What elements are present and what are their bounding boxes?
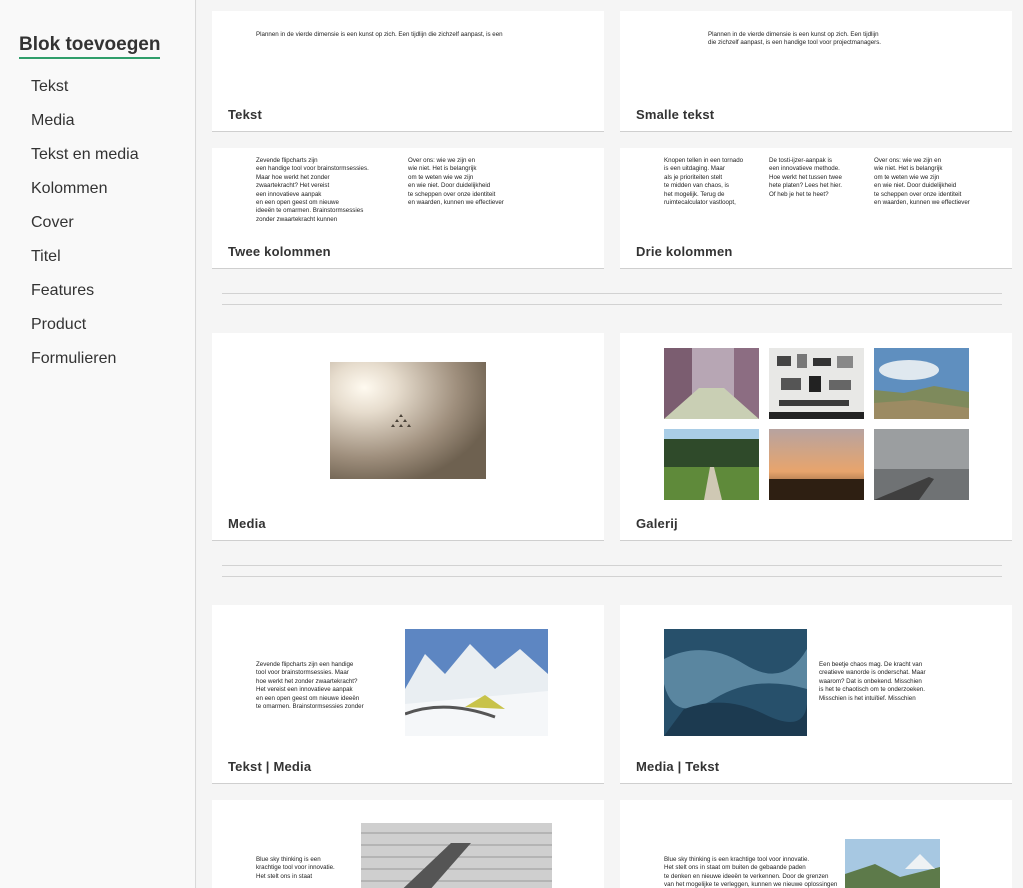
preview-column-1: Zevende flipcharts zijn een handige tool… xyxy=(256,157,369,223)
section-divider xyxy=(222,304,1002,305)
sidebar-item-features[interactable]: Features xyxy=(31,278,139,312)
block-label: Tekst xyxy=(228,107,262,122)
block-label: Galerij xyxy=(636,516,678,531)
block-card-tekst-media-2[interactable]: Blue sky thinking is een krachtige tool … xyxy=(212,800,604,888)
section-divider xyxy=(222,293,1002,294)
preview-text: Plannen in de vierde dimensie is een kun… xyxy=(708,31,882,47)
gallery-image-flatlay xyxy=(769,348,864,419)
block-label: Media | Tekst xyxy=(636,759,720,774)
preview-column-1: Knopen tellen in een tornado is een uitd… xyxy=(664,157,744,207)
block-card-galerij[interactable]: Galerij xyxy=(620,333,1012,541)
gallery-image-forest-path xyxy=(664,348,759,419)
preview-text: Een beetje chaos mag. De kracht van crea… xyxy=(819,661,926,702)
gallery-image-foggy-pier xyxy=(874,429,969,500)
block-card-smalle-tekst[interactable]: Plannen in de vierde dimensie is een kun… xyxy=(620,11,1012,132)
preview-text: Blue sky thinking is een krachtige tool … xyxy=(256,856,335,880)
preview-image-water xyxy=(664,629,807,736)
sidebar-item-formulieren[interactable]: Formulieren xyxy=(31,346,139,380)
gallery-image-coastal-hills xyxy=(874,348,969,419)
preview-text: Blue sky thinking is een krachtige tool … xyxy=(664,856,838,888)
sidebar-item-cover[interactable]: Cover xyxy=(31,210,139,244)
preview-column-3: Over ons: wie we zijn en wie niet. Het i… xyxy=(874,157,970,207)
block-label: Drie kolommen xyxy=(636,244,733,259)
block-label: Media xyxy=(228,516,266,531)
block-card-tekst[interactable]: Plannen in de vierde dimensie is een kun… xyxy=(212,11,604,132)
preview-column-2: De tosti-ijzer-aanpak is een innovatieve… xyxy=(769,157,842,198)
sidebar-item-titel[interactable]: Titel xyxy=(31,244,139,278)
block-card-twee-kolommen[interactable]: Zevende flipcharts zijn een handige tool… xyxy=(212,148,604,269)
block-card-media[interactable]: Media xyxy=(212,333,604,541)
sidebar-title: Blok toevoegen xyxy=(19,34,161,59)
gallery-image-trail xyxy=(664,429,759,500)
section-divider xyxy=(222,576,1002,577)
sidebar-item-tekst-en-media[interactable]: Tekst en media xyxy=(31,142,139,176)
preview-text: Zevende flipcharts zijn een handige tool… xyxy=(256,661,364,711)
preview-text: Plannen in de vierde dimensie is een kun… xyxy=(256,31,503,38)
sidebar: Blok toevoegen Tekst Media Tekst en medi… xyxy=(0,0,196,888)
sidebar-item-product[interactable]: Product xyxy=(31,312,139,346)
preview-image-sky-planes xyxy=(330,362,486,479)
block-card-drie-kolommen[interactable]: Knopen tellen in een tornado is een uitd… xyxy=(620,148,1012,269)
preview-image-stairs xyxy=(361,823,552,888)
block-label: Tekst | Media xyxy=(228,759,312,774)
gallery-image-sunset xyxy=(769,429,864,500)
preview-image-mountain-valley xyxy=(845,839,940,888)
sidebar-item-tekst[interactable]: Tekst xyxy=(31,74,139,108)
block-category-list: Tekst Media Tekst en media Kolommen Cove… xyxy=(31,74,139,380)
sidebar-item-media[interactable]: Media xyxy=(31,108,139,142)
block-preview-grid: Plannen in de vierde dimensie is een kun… xyxy=(197,0,1023,888)
section-divider xyxy=(222,565,1002,566)
block-card-media-tekst[interactable]: Een beetje chaos mag. De kracht van crea… xyxy=(620,605,1012,784)
preview-image-snow-mountains xyxy=(405,629,548,736)
block-label: Twee kolommen xyxy=(228,244,331,259)
preview-column-2: Over ons: wie we zijn en wie niet. Het i… xyxy=(408,157,504,207)
block-card-tekst-media[interactable]: Zevende flipcharts zijn een handige tool… xyxy=(212,605,604,784)
sidebar-item-kolommen[interactable]: Kolommen xyxy=(31,176,139,210)
block-label: Smalle tekst xyxy=(636,107,715,122)
block-card-media-tekst-2[interactable]: Blue sky thinking is een krachtige tool … xyxy=(620,800,1012,888)
